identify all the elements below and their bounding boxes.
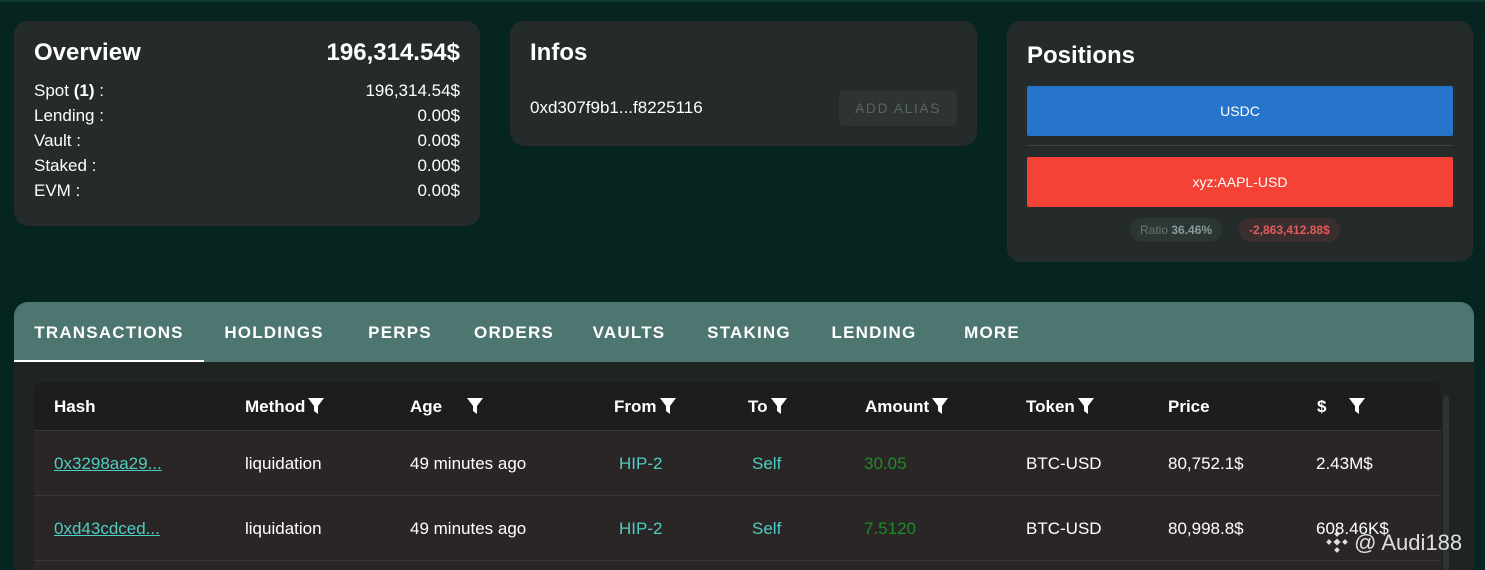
header-amount[interactable]: Amount	[865, 382, 949, 431]
overview-row-value: 0.00$	[417, 106, 460, 125]
tab-lending[interactable]: LENDING	[824, 302, 924, 362]
tab-perps[interactable]: PERPS	[360, 302, 440, 362]
overview-card: Overview 196,314.54$ Spot (1) : 196,314.…	[14, 21, 480, 226]
table-header: Hash Method Age From To Amount Token Pri…	[34, 382, 1441, 431]
overview-row-value: 0.00$	[417, 156, 460, 175]
tab-transactions[interactable]: TRANSACTIONS	[14, 302, 204, 362]
filter-icon[interactable]	[931, 396, 949, 416]
tx-hash-link[interactable]: 0xd43cdced...	[54, 496, 160, 561]
tab-holdings[interactable]: HOLDINGS	[214, 302, 334, 362]
filter-icon[interactable]	[659, 396, 677, 416]
filter-icon[interactable]	[1077, 396, 1095, 416]
position-short-bar[interactable]: xyz:AAPL-USD	[1027, 157, 1453, 207]
tx-method: liquidation	[245, 454, 322, 473]
tx-hash-link[interactable]: 0x3298aa29...	[54, 431, 162, 496]
header-token[interactable]: Token	[1026, 382, 1095, 431]
tx-price: 80,752.1$	[1168, 454, 1244, 473]
position-long-bar[interactable]: USDC	[1027, 86, 1453, 136]
tx-token: BTC-USD	[1026, 519, 1102, 538]
transactions-panel: TRANSACTIONS HOLDINGS PERPS ORDERS VAULT…	[14, 302, 1474, 570]
filter-icon[interactable]	[466, 396, 484, 416]
header-method[interactable]: Method	[245, 382, 325, 431]
filter-icon[interactable]	[770, 396, 788, 416]
overview-total: 196,314.54$	[326, 39, 460, 66]
overview-row-lending: Lending : 0.00$	[34, 106, 460, 131]
tx-age: 49 minutes ago	[410, 454, 527, 473]
pnl-chip: -2,863,412.88$	[1239, 218, 1340, 242]
positions-divider	[1027, 145, 1453, 146]
tab-orders[interactable]: ORDERS	[469, 302, 559, 362]
binance-logo-icon	[1326, 531, 1348, 553]
tx-amount: 30.05	[864, 454, 907, 473]
tx-amount: 7.5120	[864, 519, 916, 538]
overview-row-spot: Spot (1) : 196,314.54$	[34, 81, 460, 106]
overview-row-value: 0.00$	[417, 181, 460, 200]
tab-staking[interactable]: STAKING	[699, 302, 799, 362]
positions-card: Positions USDC xyz:AAPL-USD Ratio 36.46%…	[1007, 21, 1473, 262]
top-border	[0, 0, 1485, 2]
watermark: @ Audi188	[1326, 530, 1462, 556]
ratio-value: 36.46%	[1171, 223, 1213, 237]
tab-vaults[interactable]: VAULTS	[585, 302, 673, 362]
tx-method: liquidation	[245, 519, 322, 538]
positions-title: Positions	[1027, 42, 1136, 69]
ratio-label: Ratio	[1140, 223, 1169, 237]
infos-title: Infos	[530, 39, 588, 66]
tx-from[interactable]: HIP-2	[619, 496, 662, 561]
overview-row-staked: Staked : 0.00$	[34, 156, 460, 181]
tx-from[interactable]: HIP-2	[619, 431, 662, 496]
overview-row-label: Spot (1) :	[34, 81, 104, 100]
overview-row-label: Staked :	[34, 156, 97, 175]
tx-to[interactable]: Self	[752, 496, 781, 561]
overview-row-label: Lending :	[34, 106, 104, 125]
header-hash: Hash	[54, 397, 96, 416]
overview-row-vault: Vault : 0.00$	[34, 131, 460, 156]
wallet-address[interactable]: 0xd307f9b1...f8225116	[530, 98, 703, 118]
header-usd[interactable]: $	[1317, 382, 1366, 431]
overview-row-evm: EVM : 0.00$	[34, 181, 460, 206]
add-alias-button[interactable]: ADD ALIAS	[839, 91, 957, 126]
header-from[interactable]: From	[614, 382, 677, 431]
overview-row-label: EVM :	[34, 181, 81, 200]
watermark-text: @ Audi188	[1354, 530, 1463, 555]
tx-price: 80,998.8$	[1168, 519, 1244, 538]
table-row: 0x3298aa29... liquidation 49 minutes ago…	[34, 431, 1441, 496]
infos-card: Infos 0xd307f9b1...f8225116 ADD ALIAS	[510, 21, 977, 146]
transactions-table: Hash Method Age From To Amount Token Pri…	[34, 382, 1441, 570]
overview-row-value: 196,314.54$	[365, 81, 460, 100]
tab-more[interactable]: MORE	[959, 302, 1025, 362]
filter-icon[interactable]	[307, 396, 325, 416]
tx-age: 49 minutes ago	[410, 519, 527, 538]
tx-usd: 2.43M$	[1316, 454, 1373, 473]
table-row: 0xd43cdced... liquidation 49 minutes ago…	[34, 496, 1441, 561]
overview-row-label: Vault :	[34, 131, 81, 150]
header-to[interactable]: To	[748, 382, 788, 431]
header-price: Price	[1168, 397, 1210, 416]
filter-icon[interactable]	[1348, 396, 1366, 416]
tab-bar: TRANSACTIONS HOLDINGS PERPS ORDERS VAULT…	[14, 302, 1474, 362]
overview-row-value: 0.00$	[417, 131, 460, 150]
ratio-chip: Ratio 36.46%	[1130, 218, 1223, 242]
overview-title: Overview	[34, 39, 141, 66]
tx-to[interactable]: Self	[752, 431, 781, 496]
header-age[interactable]: Age	[410, 382, 484, 431]
tx-token: BTC-USD	[1026, 454, 1102, 473]
